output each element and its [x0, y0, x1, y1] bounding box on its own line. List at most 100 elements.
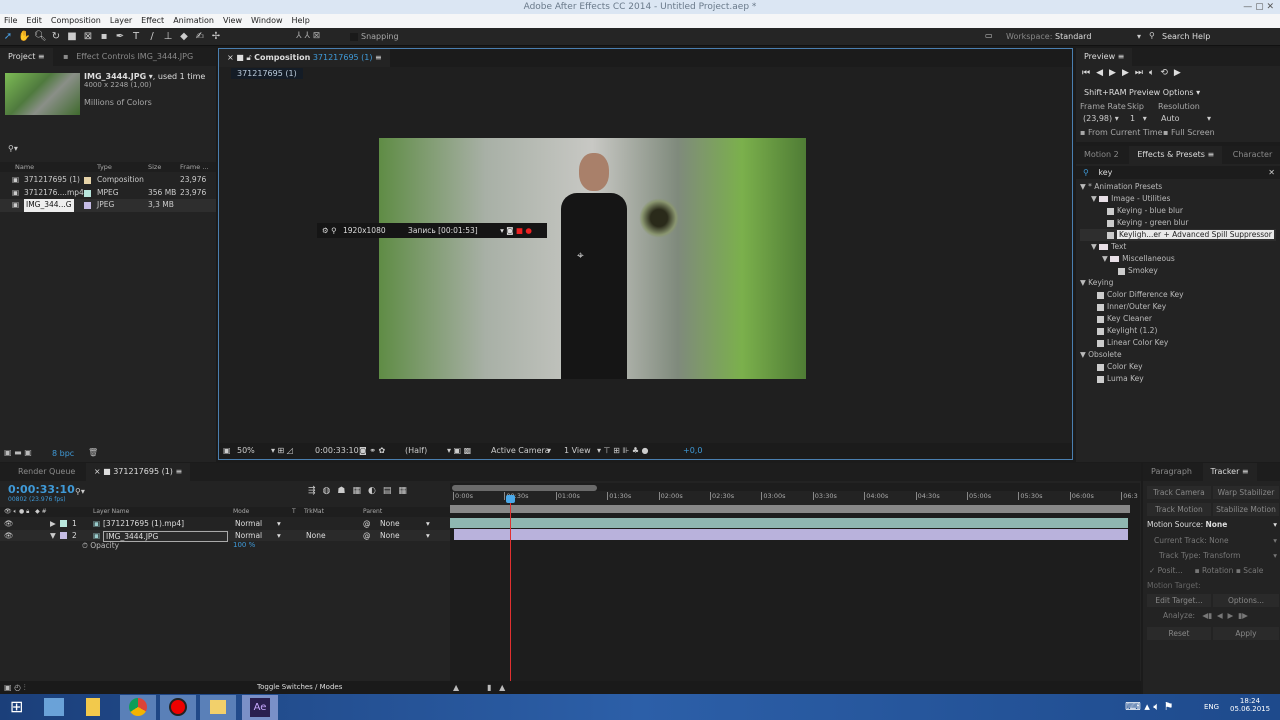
effects-tree-item[interactable]: Keylight (1.2)	[1080, 325, 1276, 337]
layer-parent-dropdown[interactable]: None	[380, 530, 400, 542]
time-ruler[interactable]: 0:00s 00:30s 01:00s 01:30s 02:00s 02:30s 03:00…	[450, 491, 1138, 505]
taskbar-app-icon[interactable]	[44, 698, 64, 716]
label-color[interactable]	[84, 189, 91, 197]
tab-timeline-comp[interactable]: × ■ 371217695 (1) ≡	[85, 463, 191, 481]
tab-character[interactable]: Character	[1225, 146, 1280, 164]
view-option-icons[interactable]: ▾ ⊤ ⊞ ⊪ ♣ ●	[597, 443, 649, 459]
effects-tree-item[interactable]: Color Key	[1080, 361, 1276, 373]
menu-edit[interactable]: Edit	[26, 14, 42, 28]
menu-layer[interactable]: Layer	[110, 14, 132, 28]
col-size[interactable]: Size	[148, 162, 161, 172]
layer-trkmat-dropdown[interactable]: None	[306, 530, 326, 542]
effects-tree-item[interactable]: Smokey	[1080, 265, 1276, 277]
track-camera-button[interactable]: Track Camera	[1147, 486, 1211, 499]
roto-brush-tool-icon[interactable]: ✍	[194, 31, 206, 43]
menu-composition[interactable]: Composition	[51, 14, 101, 28]
views-dropdown[interactable]: 1 View	[564, 443, 591, 459]
parent-pickwhip-icon[interactable]: @	[363, 518, 371, 530]
col-frame[interactable]: Frame ...	[180, 162, 209, 172]
bpc-button[interactable]: 8 bpc	[52, 449, 74, 458]
reset-button[interactable]: Reset	[1147, 627, 1211, 640]
col-parent[interactable]: Parent	[363, 507, 382, 517]
layer-name[interactable]: [371217695 (1).mp4]	[103, 518, 184, 530]
track-type-dropdown[interactable]: Track Type: Transform ▾	[1159, 551, 1277, 560]
current-time[interactable]: 0:00:33:10	[315, 443, 359, 459]
visibility-icon[interactable]: 👁︎	[4, 518, 14, 530]
toggle-switches-modes[interactable]: Toggle Switches / Modes	[257, 681, 342, 694]
analyze-buttons[interactable]: ◀▮ ◀ ▶ ▮▶	[1202, 611, 1248, 620]
snapshot-icons[interactable]: ◙ ⚭ ✿	[359, 443, 385, 459]
chevron-down-icon[interactable]: ▾	[277, 530, 281, 542]
playhead-handle[interactable]	[506, 495, 515, 503]
effects-tree-item[interactable]: ▼ * Animation Presets	[1080, 181, 1276, 193]
chevron-down-icon[interactable]: ▾	[1137, 32, 1141, 41]
anchor-point-icon[interactable]: ⌖	[577, 248, 584, 263]
resolution-dropdown[interactable]: (Half)	[405, 443, 427, 459]
zoom-slider[interactable]: ▲ ▮ ▲	[453, 681, 505, 694]
start-button-icon[interactable]: ⊞	[10, 697, 23, 716]
layer-label-color[interactable]	[60, 531, 67, 539]
eraser-tool-icon[interactable]: ◆	[178, 31, 190, 43]
timeline-switch-icons[interactable]: ⇶◍☗▦◐▤▦	[308, 486, 414, 496]
edit-target-button[interactable]: Edit Target...	[1147, 594, 1211, 607]
menu-effect[interactable]: Effect	[141, 14, 164, 28]
shape-tool-icon[interactable]: ▪	[98, 31, 110, 43]
pan-behind-tool-icon[interactable]: ⊠	[82, 31, 94, 43]
effects-tree-item[interactable]: Linear Color Key	[1080, 337, 1276, 349]
axis-mode-icons[interactable]: ⅄ ⅄ ⊠	[296, 31, 320, 41]
menu-view[interactable]: View	[223, 14, 242, 28]
zoom-tool-icon[interactable]: 🔍︎	[34, 31, 47, 43]
menu-animation[interactable]: Animation	[173, 14, 214, 28]
position-checkbox[interactable]: ✓ Posit...	[1149, 566, 1183, 575]
col-trkmat[interactable]: TrkMat	[304, 507, 324, 517]
effects-tree-item[interactable]: Keying - green blur	[1080, 217, 1276, 229]
rotation-checkbox[interactable]: ▪ Rotation	[1195, 566, 1234, 575]
label-color[interactable]	[84, 202, 91, 209]
warp-stabilizer-button[interactable]: Warp Stabilizer	[1213, 486, 1279, 499]
pen-tool-icon[interactable]: ✒	[114, 31, 126, 43]
effects-tree-item[interactable]: Key Cleaner	[1080, 313, 1276, 325]
project-search-icon[interactable]: ⚲▾	[8, 144, 18, 153]
col-name[interactable]: Name	[15, 162, 34, 172]
workspace-dropdown[interactable]: Standard	[1055, 32, 1140, 41]
menu-help[interactable]: Help	[292, 14, 310, 28]
layer-row[interactable]: 👁︎ ▼ 2 ▣ IMG_3444.JPG Normal ▾ None @ No…	[0, 529, 450, 542]
clock[interactable]: 18:24 05.06.2015	[1230, 697, 1270, 713]
layer-row[interactable]: 👁︎ ▶ 1 ▣ [371217695 (1).mp4] Normal ▾ @ …	[0, 518, 450, 530]
effects-tree-item[interactable]: ▼ Miscellaneous	[1080, 253, 1276, 265]
text-tool-icon[interactable]: T	[130, 31, 142, 43]
visibility-icon[interactable]: 👁︎	[4, 530, 14, 542]
current-time-indicator[interactable]	[510, 495, 511, 685]
layer-bar-2[interactable]	[454, 529, 1128, 540]
effects-search-input[interactable]: key	[1098, 168, 1112, 177]
tab-project[interactable]: Project ≡	[0, 48, 53, 66]
tab-paragraph[interactable]: Paragraph	[1143, 463, 1200, 481]
expand-arrow-icon[interactable]: ▼	[1080, 350, 1088, 359]
file-explorer-icon[interactable]	[86, 698, 100, 716]
chevron-down-icon[interactable]: ▾ ⊞ ◿	[271, 443, 293, 459]
frame-rate-dropdown[interactable]: (23,98) ▾	[1083, 114, 1119, 123]
chrome-icon[interactable]	[120, 695, 156, 720]
playback-controls[interactable]: ⏮◀▶▶⏭🔈︎⟲▶	[1082, 68, 1187, 78]
project-item[interactable]: ▣ IMG_344...G JPEG 3,3 MB	[0, 199, 216, 212]
timeline-timecode[interactable]: 0:00:33:10	[8, 483, 75, 496]
col-type[interactable]: Type	[97, 162, 112, 172]
recorder-app-icon[interactable]	[160, 695, 196, 720]
effects-tree-item[interactable]: Keyligh...er + Advanced Spill Suppressor	[1080, 229, 1276, 241]
expand-arrow-icon[interactable]: ▼	[1080, 278, 1088, 287]
parent-pickwhip-icon[interactable]: @	[363, 530, 371, 542]
menu-window[interactable]: Window	[251, 14, 283, 28]
tab-effects-presets[interactable]: Effects & Presets ≡	[1129, 146, 1223, 164]
effects-tree-item[interactable]: ▼ Image - Utilities	[1080, 193, 1276, 205]
effects-tree-item[interactable]: ▼ Keying	[1080, 277, 1276, 289]
comp-breadcrumb[interactable]: 371217695 (1)	[231, 68, 303, 79]
effects-tree-item[interactable]: ▼ Text	[1080, 241, 1276, 253]
tray-icons[interactable]: ⌨ ▴ 🔈︎ ⚑	[1125, 700, 1173, 714]
after-effects-taskbar-icon[interactable]: Ae	[242, 695, 278, 720]
chevron-down-icon[interactable]: ▾	[547, 443, 551, 459]
apply-button[interactable]: Apply	[1213, 627, 1279, 640]
twirl-arrow-icon[interactable]: ▼	[50, 530, 56, 542]
track-motion-button[interactable]: Track Motion	[1147, 503, 1211, 516]
effects-tree-item[interactable]: Keying - blue blur	[1080, 205, 1276, 217]
project-item[interactable]: ▣ 3712176....mp4 MPEG 356 MB 23,976	[0, 187, 216, 200]
